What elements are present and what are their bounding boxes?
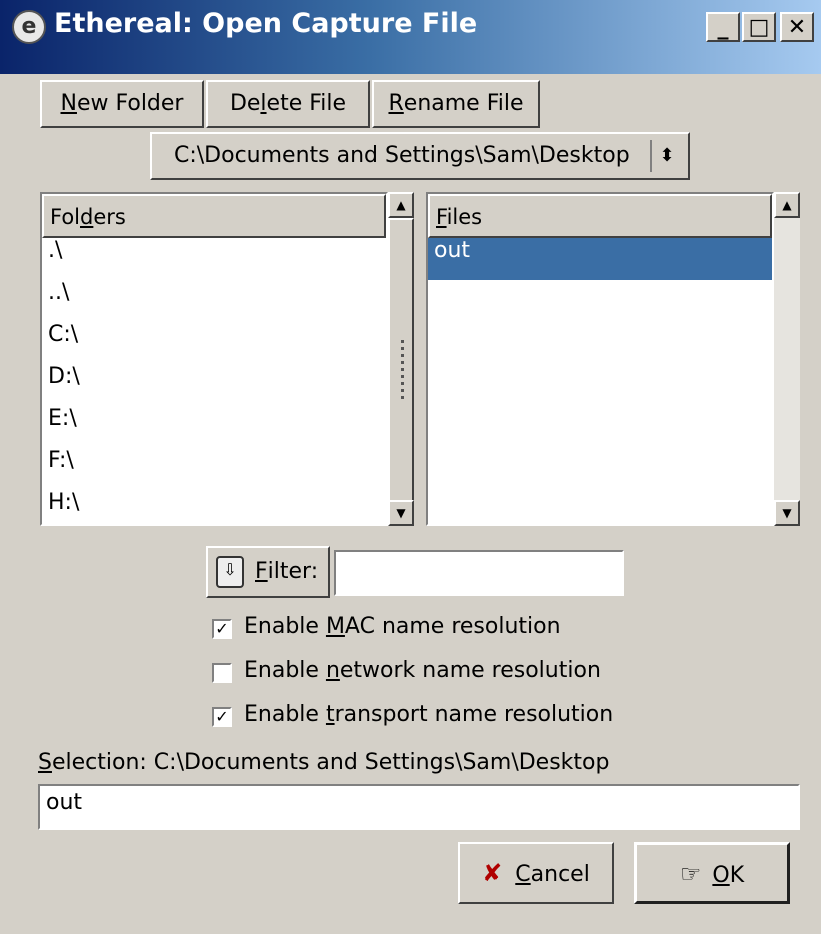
- window-title: Ethereal: Open Capture File: [54, 8, 478, 39]
- delete-file-button[interactable]: Delete File: [206, 80, 370, 128]
- file-item[interactable]: out: [428, 238, 772, 280]
- close-button[interactable]: ✕: [780, 12, 814, 42]
- transport-resolution-label: Enable transport name resolution: [244, 702, 614, 727]
- folder-item[interactable]: ..\: [42, 280, 386, 322]
- network-resolution-checkbox[interactable]: [212, 663, 232, 683]
- filter-button[interactable]: ⇩ Filter:: [206, 546, 330, 598]
- folder-item[interactable]: C:\: [42, 322, 386, 364]
- filter-mnemonic: F: [255, 559, 268, 584]
- folder-item[interactable]: .\: [42, 238, 386, 280]
- new-folder-mnemonic: N: [60, 91, 77, 116]
- rename-file-mnemonic: R: [388, 91, 404, 116]
- filter-icon: ⇩: [216, 556, 244, 588]
- ethereal-app-icon: e: [12, 10, 46, 44]
- rename-file-label: ename File: [403, 91, 524, 116]
- selection-input[interactable]: out: [38, 784, 800, 830]
- open-capture-file-dialog: e Ethereal: Open Capture File _ □ ✕ New …: [0, 0, 821, 934]
- scroll-down-arrow-icon[interactable]: ▼: [388, 500, 414, 526]
- mac-resolution-checkbox[interactable]: ✓: [212, 619, 232, 639]
- files-list[interactable]: Files out: [426, 192, 774, 526]
- folders-header-pre: Fol: [50, 205, 81, 229]
- scroll-grip-icon: [401, 340, 404, 400]
- x-cancel-icon: ✘: [482, 859, 503, 887]
- ok-hand-icon: ☞: [679, 860, 702, 888]
- scroll-up-arrow-icon[interactable]: ▲: [774, 192, 800, 218]
- mac-resolution-label: Enable MAC name resolution: [244, 614, 561, 639]
- folder-item[interactable]: D:\: [42, 364, 386, 406]
- dropdown-arrow-icon: ⬍: [650, 140, 682, 172]
- files-header-post: iles: [446, 205, 483, 229]
- files-scrollbar[interactable]: ▲ ▼: [774, 192, 800, 526]
- folder-item[interactable]: H:\: [42, 490, 386, 524]
- files-column-header[interactable]: Files: [428, 194, 772, 238]
- new-folder-label: ew Folder: [76, 91, 184, 116]
- files-items: out: [428, 238, 772, 524]
- path-dropdown[interactable]: C:\Documents and Settings\Sam\Desktop ⬍: [150, 132, 690, 180]
- scroll-up-arrow-icon[interactable]: ▲: [388, 192, 414, 218]
- rename-file-button[interactable]: Rename File: [372, 80, 540, 128]
- ok-button[interactable]: ☞ OK: [634, 842, 790, 904]
- network-resolution-label: Enable network name resolution: [244, 658, 601, 683]
- folders-header-post: ers: [93, 205, 126, 229]
- transport-resolution-checkbox[interactable]: ✓: [212, 707, 232, 727]
- folders-scrollbar[interactable]: ▲ ▼: [388, 192, 414, 526]
- folders-list[interactable]: Folders .\ ..\ C:\ D:\ E:\ F:\ H:\: [40, 192, 388, 526]
- minimize-button[interactable]: _: [706, 12, 740, 42]
- folders-column-header[interactable]: Folders: [42, 194, 386, 238]
- folders-scroll-thumb[interactable]: [388, 218, 414, 502]
- new-folder-button[interactable]: New Folder: [40, 80, 204, 128]
- folders-items: .\ ..\ C:\ D:\ E:\ F:\ H:\: [42, 238, 386, 524]
- cancel-button[interactable]: ✘ Cancel: [458, 842, 614, 904]
- folder-item[interactable]: E:\: [42, 406, 386, 448]
- filter-input[interactable]: [334, 550, 624, 596]
- selection-label: Selection: C:\Documents and Settings\Sam…: [38, 750, 610, 775]
- scroll-down-arrow-icon[interactable]: ▼: [774, 500, 800, 526]
- filter-label: ilter:: [267, 559, 319, 584]
- delete-file-label-pre: De: [229, 91, 261, 116]
- title-bar[interactable]: e Ethereal: Open Capture File _ □ ✕: [0, 0, 821, 74]
- delete-file-label: ete File: [266, 91, 347, 116]
- folders-header-mnemonic: d: [80, 205, 94, 229]
- path-dropdown-value: C:\Documents and Settings\Sam\Desktop: [174, 143, 630, 168]
- folder-item[interactable]: F:\: [42, 448, 386, 490]
- files-header-mnemonic: F: [436, 205, 447, 229]
- maximize-button[interactable]: □: [742, 12, 776, 42]
